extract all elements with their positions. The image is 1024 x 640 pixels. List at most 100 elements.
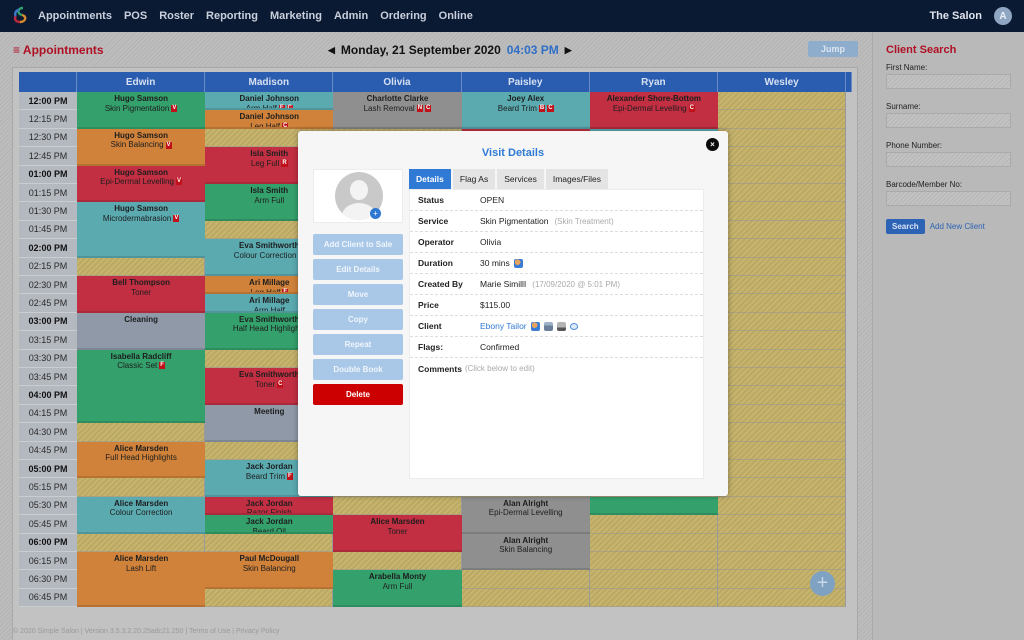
staff-header-olivia[interactable]: Olivia [333, 72, 462, 92]
time-slot-label: 02:15 PM [19, 257, 77, 276]
search-button[interactable]: Search [886, 219, 925, 234]
repeat-button[interactable]: Repeat [313, 334, 403, 355]
move-button[interactable]: Move [313, 284, 403, 305]
first-name-input[interactable] [886, 74, 1011, 89]
comments-hint: (Click below to edit) [464, 364, 535, 373]
terms-link[interactable]: Terms of Use [189, 628, 230, 635]
appointment-block[interactable]: Alice Marsden Toner [333, 515, 462, 552]
appointment-block[interactable]: Alan Alright Skin Balancing [461, 533, 590, 571]
previous-day-icon[interactable]: ◀ [328, 45, 335, 56]
comments-row[interactable]: Comments (Click below to edit) [410, 358, 703, 379]
appointment-block[interactable]: Hugo Samson Skin Pigmentation V [77, 92, 206, 129]
edit-person-icon[interactable] [513, 258, 523, 268]
appointment-block[interactable]: Hugo Samson Skin Balancing V [77, 128, 206, 166]
close-icon[interactable]: × [706, 138, 719, 151]
surname-input[interactable] [886, 113, 1011, 128]
staff-header-ryan[interactable]: Ryan [589, 72, 718, 92]
appointment-client: Paul McDougall [239, 554, 300, 563]
appointment-block[interactable]: Hugo Samson Microdermabrasion V [77, 202, 206, 258]
tab-images-files[interactable]: Images/Files [545, 169, 609, 189]
nav-marketing[interactable]: Marketing [270, 10, 322, 22]
staff-column-wesley[interactable] [718, 92, 847, 608]
appointment-block[interactable]: Daniel Johnson Arm Half F C [205, 92, 334, 111]
appointment-service-line: Skin Balancing V [77, 140, 205, 150]
nav-appointments[interactable]: Appointments [38, 10, 112, 22]
appointment-block[interactable]: Joey Alex Beard Trim B C [461, 92, 590, 129]
appointment-block[interactable]: Jack Jordan Razor Finish [205, 496, 334, 516]
time-slot-label: 05:00 PM [19, 460, 77, 479]
modal-title: Visit Details [481, 147, 545, 159]
appointment-block[interactable]: Alice Marsden Lash Lift [77, 552, 206, 608]
appointment-block[interactable]: Isabella Radcliff Classic Set F [77, 349, 206, 424]
appointment-service-line: Microdermabrasion V [77, 214, 205, 224]
simple-salon-logo-icon[interactable] [11, 6, 29, 26]
visit-details-modal: Visit Details × + Add Client to Sale Edi… [298, 131, 728, 496]
appointment-service: Beard Trim [245, 471, 285, 481]
appointment-block[interactable]: Cleaning [77, 312, 206, 350]
time-slot-label: 01:30 PM [19, 202, 77, 221]
appointment-service-line: Beard Oil [205, 527, 333, 532]
appointment-block[interactable]: Paul McDougall Skin Balancing [205, 552, 334, 589]
client-profile-icon[interactable] [530, 321, 540, 331]
message-icon[interactable] [569, 322, 578, 330]
nav-ordering[interactable]: Ordering [380, 10, 426, 22]
edit-details-button[interactable]: Edit Details [313, 259, 403, 280]
staff-header-madison[interactable]: Madison [205, 72, 334, 92]
add-appointment-button[interactable]: + [810, 571, 835, 596]
user-avatar[interactable]: A [994, 7, 1012, 25]
appointment-block[interactable]: Arabella Monty Arm Full [333, 570, 462, 608]
staff-header-edwin[interactable]: Edwin [77, 72, 206, 92]
appointment-block[interactable]: Daniel Johnson Leg Half C [205, 110, 334, 129]
appointment-service: Skin Balancing [110, 140, 164, 150]
tab-flag-as[interactable]: Flag As [452, 169, 496, 189]
appointment-flag-badge: B [538, 104, 546, 112]
appointment-client: Hugo Samson [114, 94, 168, 103]
add-photo-icon[interactable]: + [370, 208, 381, 219]
add-client-to-sale-button[interactable]: Add Client to Sale [313, 234, 403, 255]
appointment-block[interactable] [589, 496, 718, 516]
tab-details[interactable]: Details [409, 169, 451, 189]
visit-details-table: Status OPEN Service Skin Pigmentation (Sk… [409, 189, 704, 479]
appointment-block[interactable]: Alan Alright Epi-Dermal Levelling [461, 496, 590, 534]
double-book-button[interactable]: Double Book [313, 359, 403, 380]
appointment-client: Alice Marsden [113, 498, 169, 508]
jump-button[interactable]: Jump [808, 41, 858, 57]
delete-button[interactable]: Delete [313, 384, 403, 405]
printer-icon[interactable] [543, 321, 553, 331]
price-row: Price $115.00 [410, 295, 703, 316]
nav-online[interactable]: Online [439, 10, 473, 22]
appointment-block[interactable]: Alice Marsden Full Head Highlights [77, 441, 206, 479]
salon-name[interactable]: The Salon [929, 10, 982, 22]
appointment-service: Arm Full [254, 195, 285, 205]
barcode-input[interactable] [886, 191, 1011, 206]
appointment-block[interactable]: Jack Jordan Beard Oil [205, 515, 334, 534]
appointment-block[interactable]: Charlotte Clarke Lash Removal N C [333, 92, 462, 129]
appointment-block[interactable]: Hugo Samson Epi-Dermal Levelling V [77, 165, 206, 203]
add-new-client-link[interactable]: Add New Client [930, 222, 985, 231]
appointment-service: Leg Half [250, 287, 281, 295]
appointment-service-line: Epi-Dermal Levelling V [77, 177, 205, 187]
nav-reporting[interactable]: Reporting [206, 10, 258, 22]
menu-icon[interactable]: ≡ [13, 43, 20, 57]
appointment-service-line: Epi-Dermal Levelling [462, 508, 590, 518]
appointment-block[interactable]: Alice Marsden Colour Correction [77, 496, 206, 534]
page-title[interactable]: ≡ Appointments [13, 43, 104, 57]
staff-header-paisley[interactable]: Paisley [461, 72, 590, 92]
client-link[interactable]: Ebony Tailor [480, 321, 527, 331]
nav-admin[interactable]: Admin [334, 10, 368, 22]
staff-header-wesley[interactable]: Wesley [718, 72, 847, 92]
appointment-block[interactable]: Bell Thompson Toner [77, 276, 206, 313]
privacy-link[interactable]: Privacy Policy [236, 628, 280, 635]
time-slot-label: 03:00 PM [19, 312, 77, 332]
appointment-block[interactable]: Alexander Shore-Bottom Epi-Dermal Levelli… [589, 92, 718, 129]
tab-services[interactable]: Services [497, 169, 544, 189]
nav-pos[interactable]: POS [124, 10, 147, 22]
copy-button[interactable]: Copy [313, 309, 403, 330]
member-card-icon[interactable] [556, 321, 566, 331]
status-row: Status OPEN [410, 190, 703, 211]
service-label: Service [418, 216, 449, 226]
nav-roster[interactable]: Roster [159, 10, 194, 22]
next-day-icon[interactable]: ▶ [565, 45, 572, 56]
phone-number-input[interactable] [886, 152, 1011, 167]
top-navigation: Appointments POS Roster Reporting Market… [0, 0, 1024, 32]
